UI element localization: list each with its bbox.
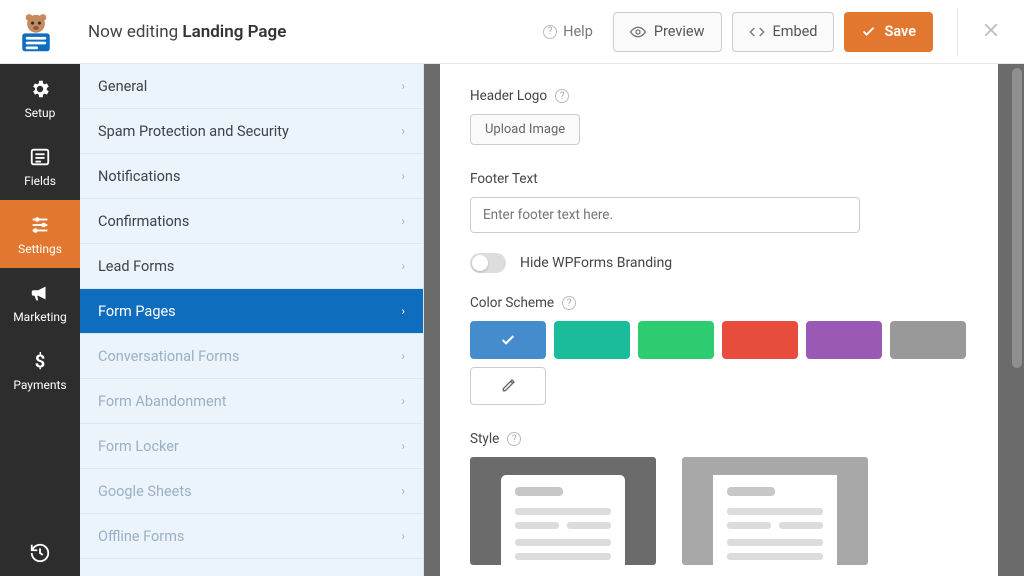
panel-item-form-pages[interactable]: Form Pages› [80,289,423,334]
close-button[interactable] [976,15,1006,49]
nav-rail: Setup Fields Settings Marketing $ Paymen… [0,64,80,576]
panel-item-offline-forms[interactable]: Offline Forms› [80,514,423,559]
settings-panel: General›Spam Protection and Security›Not… [80,64,424,576]
dollar-icon: $ [29,350,51,372]
rail-history[interactable] [0,528,80,576]
eye-icon [630,24,646,40]
help-icon[interactable]: ? [555,89,569,103]
panel-item-confirmations[interactable]: Confirmations› [80,199,423,244]
style-classic-preview [682,457,868,565]
style-modern-radio[interactable]: Modern Design [470,565,656,576]
fields-icon [29,146,51,168]
help-icon[interactable]: ? [507,432,521,446]
panel-item-lead-forms[interactable]: Lead Forms› [80,244,423,289]
footer-text-input[interactable] [470,197,860,233]
save-button[interactable]: Save [844,12,933,52]
chevron-right-icon: › [401,529,405,543]
eyedropper-icon [500,378,516,394]
top-bar: Now editing Landing Page ? Help Preview … [0,0,1024,64]
separator [957,8,958,56]
chevron-right-icon: › [401,394,405,408]
embed-button[interactable]: Embed [732,12,835,52]
rail-marketing-label: Marketing [13,310,67,324]
main-area: Header Logo ? Upload Image Footer Text H… [424,64,1024,576]
style-modern-preview [470,457,656,565]
embed-label: Embed [773,23,818,40]
color-swatch[interactable] [806,321,882,359]
form-card: Header Logo ? Upload Image Footer Text H… [440,64,998,576]
chevron-right-icon: › [401,484,405,498]
rail-marketing[interactable]: Marketing [0,268,80,336]
panel-item-notifications[interactable]: Notifications› [80,154,423,199]
chevron-right-icon: › [401,259,405,273]
panel-item-form-abandonment[interactable]: Form Abandonment› [80,379,423,424]
color-swatches [470,321,968,405]
rail-payments-label: Payments [13,378,66,392]
color-swatch[interactable] [470,321,546,359]
help-link[interactable]: ? Help [543,23,593,40]
chevron-right-icon: › [401,79,405,93]
chevron-right-icon: › [401,439,405,453]
style-row: Modern Design [470,457,968,576]
color-swatch[interactable] [890,321,966,359]
panel-item-general[interactable]: General› [80,64,423,109]
save-label: Save [884,23,916,40]
history-icon [29,542,51,564]
style-classic[interactable]: Classic Design [682,457,868,576]
style-modern[interactable]: Modern Design [470,457,656,576]
panel-item-google-sheets[interactable]: Google Sheets› [80,469,423,514]
page-title: Now editing Landing Page [88,22,286,42]
app-logo [10,6,62,58]
preview-label: Preview [654,23,705,40]
help-icon: ? [543,25,557,39]
header-logo-label: Header Logo ? [470,88,968,104]
color-swatch[interactable] [722,321,798,359]
help-icon[interactable]: ? [562,296,576,310]
top-actions: ? Help Preview Embed Save [543,8,1006,56]
main-scrollbar[interactable] [1012,68,1022,368]
panel-item-form-locker[interactable]: Form Locker› [80,424,423,469]
style-label: Style ? [470,431,968,447]
rail-setup-label: Setup [25,106,56,120]
color-scheme-label: Color Scheme ? [470,295,968,311]
chevron-right-icon: › [401,124,405,138]
rail-settings-label: Settings [18,242,62,256]
check-icon [861,24,876,39]
rail-settings[interactable]: Settings [0,200,80,268]
style-classic-radio[interactable]: Classic Design [682,565,868,576]
settings-scroll[interactable]: General›Spam Protection and Security›Not… [80,64,423,576]
upload-image-button[interactable]: Upload Image [470,114,580,145]
color-picker-swatch[interactable] [470,367,546,405]
page-name: Landing Page [182,22,286,42]
chevron-right-icon: › [401,169,405,183]
gear-icon [29,78,51,100]
panel-item-conversational-forms[interactable]: Conversational Forms› [80,334,423,379]
panel-item-spam-protection-and-security[interactable]: Spam Protection and Security› [80,109,423,154]
chevron-right-icon: › [401,304,405,318]
hide-branding-toggle[interactable] [470,253,506,273]
hide-branding-label: Hide WPForms Branding [520,255,672,271]
svg-text:$: $ [35,351,46,372]
chevron-right-icon: › [401,214,405,228]
help-label: Help [563,23,593,40]
bullhorn-icon [29,282,51,304]
rail-fields[interactable]: Fields [0,132,80,200]
rail-payments[interactable]: $ Payments [0,336,80,404]
check-icon [500,332,516,348]
chevron-right-icon: › [401,349,405,363]
rail-setup[interactable]: Setup [0,64,80,132]
color-swatch[interactable] [554,321,630,359]
footer-text-label: Footer Text [470,171,968,187]
hide-branding-row: Hide WPForms Branding [470,253,968,273]
code-icon [749,24,765,40]
rail-fields-label: Fields [24,174,56,188]
color-swatch[interactable] [638,321,714,359]
sliders-icon [29,214,51,236]
body: Setup Fields Settings Marketing $ Paymen… [0,64,1024,576]
preview-button[interactable]: Preview [613,12,722,52]
now-editing-label: Now editing [88,22,178,42]
close-icon [980,19,1002,41]
